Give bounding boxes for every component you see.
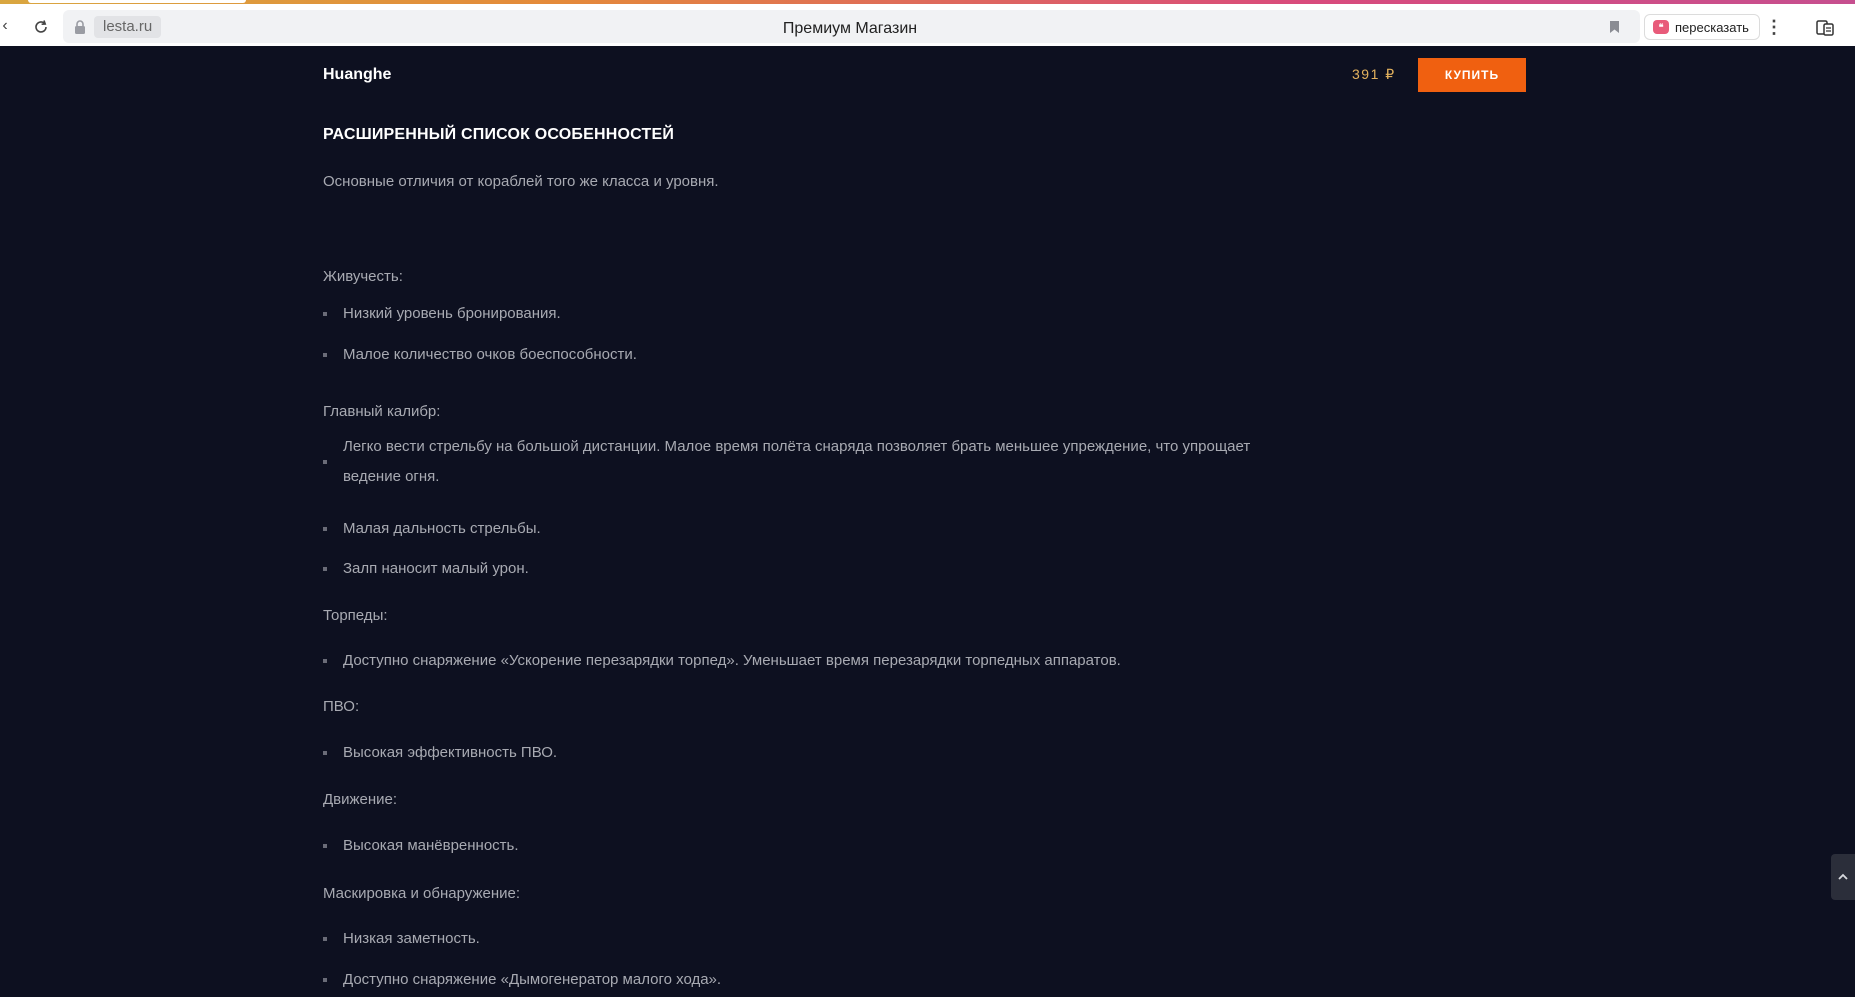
group-title-concealment: Маскировка и обнаружение:	[323, 885, 520, 902]
group-title-aa: ПВО:	[323, 698, 360, 715]
lock-icon[interactable]	[72, 18, 88, 36]
domain-label[interactable]: lesta.ru	[94, 16, 162, 38]
scroll-to-top-button[interactable]	[1831, 854, 1855, 900]
quote-icon: ❝	[1653, 20, 1669, 34]
active-tab-edge[interactable]	[28, 0, 246, 3]
sidebar-panel-icon[interactable]	[1814, 17, 1836, 39]
list-item: Малое количество очков боеспособности.	[323, 340, 1283, 370]
list-item: Залп наносит малый урон.	[323, 554, 1283, 584]
list-item: Низкая заметность.	[323, 924, 1283, 954]
retell-button[interactable]: ❝ пересказать	[1644, 14, 1760, 40]
list-item: Высокая манёвренность.	[323, 831, 1283, 861]
buy-button[interactable]: КУПИТЬ	[1418, 58, 1526, 92]
section-heading: РАСШИРЕННЫЙ СПИСОК ОСОБЕННОСТЕЙ	[323, 126, 675, 143]
bookmark-icon[interactable]	[1606, 18, 1622, 36]
list-item: Высокая эффективность ПВО.	[323, 738, 1283, 768]
list-item: Легко вести стрельбу на большой дистанци…	[323, 432, 1283, 492]
list-item: Доступно снаряжение «Ускорение перезаряд…	[323, 646, 1283, 676]
group-title-torpedoes: Торпеды:	[323, 607, 388, 624]
product-page: Huanghe 391 ₽ КУПИТЬ РАСШИРЕННЫЙ СПИСОК …	[0, 46, 1855, 997]
list-item: Низкий уровень бронирования.	[323, 299, 1283, 329]
group-title-survivability: Живучесть:	[323, 268, 403, 285]
list-item: Доступно снаряжение «Дымогенератор малог…	[323, 965, 1283, 995]
chevron-up-icon	[1838, 873, 1848, 880]
group-title-main-battery: Главный калибр:	[323, 403, 441, 420]
more-vertical-icon[interactable]: ⋮	[1765, 16, 1783, 38]
back-arrow-icon[interactable]: ‹	[0, 16, 10, 36]
group-title-maneuverability: Движение:	[323, 791, 398, 808]
product-price: 391 ₽	[1352, 66, 1396, 82]
features-intro: Основные отличия от кораблей того же кла…	[323, 173, 719, 190]
reload-icon[interactable]	[30, 16, 52, 38]
address-bar[interactable]	[63, 10, 1640, 43]
browser-toolbar: ‹ lesta.ru Премиум Магазин ❝ пересказать…	[0, 4, 1855, 46]
list-item: Малая дальность стрельбы.	[323, 514, 1283, 544]
retell-label: пересказать	[1675, 19, 1749, 35]
product-name: Huanghe	[323, 66, 392, 83]
